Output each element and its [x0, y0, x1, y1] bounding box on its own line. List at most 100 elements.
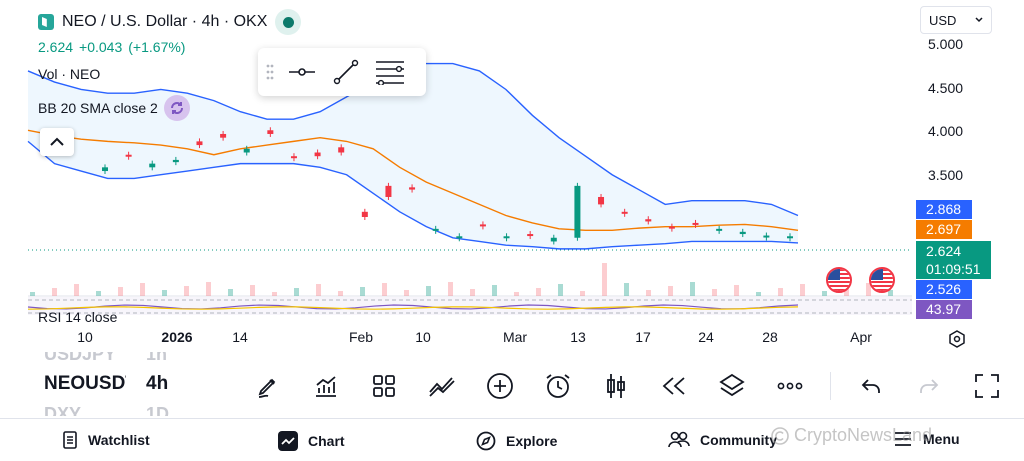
volume-bar — [118, 287, 123, 296]
market-open-icon[interactable] — [275, 9, 302, 35]
community-icon — [668, 431, 690, 448]
chart-area[interactable]: NEO / U.S. Dollar · 4h · OKX 2.624 +0.04… — [0, 0, 1024, 352]
more-button[interactable] — [772, 368, 808, 404]
last-price: 2.624 — [38, 39, 74, 55]
candle — [385, 185, 392, 197]
compass-icon — [476, 431, 496, 451]
nav-watchlist[interactable]: Watchlist — [62, 431, 150, 449]
rsi-value-tag: 43.97 — [916, 300, 972, 319]
rsi-indicator-label[interactable]: RSI 14 close — [38, 309, 117, 325]
volume-bar — [30, 292, 35, 296]
candle — [574, 185, 581, 238]
layers-button[interactable] — [714, 368, 750, 404]
symbol-title[interactable]: NEO / U.S. Dollar · 4h · OKX — [62, 13, 267, 31]
plus-circle-icon — [487, 373, 513, 399]
indicators-chart-icon — [316, 376, 336, 397]
replay-button[interactable] — [656, 368, 692, 404]
candlestick-icon — [607, 374, 625, 398]
current-timeframe[interactable]: 4h — [146, 373, 168, 395]
watchlist-icon — [63, 431, 77, 449]
bollinger-indicator-label[interactable]: BB 20 SMA close 2 — [38, 100, 158, 116]
fib-retracement-tool-button[interactable] — [374, 56, 406, 88]
nav-community-label: Community — [700, 432, 777, 448]
volume-bar — [778, 288, 783, 296]
volume-indicator-label[interactable]: Vol · NEO — [38, 66, 100, 82]
candle — [243, 148, 250, 153]
us-event-flag-icon[interactable] — [869, 267, 895, 293]
nav-watchlist-label: Watchlist — [88, 432, 150, 448]
volume-bar — [382, 283, 387, 296]
layers-icon — [719, 373, 745, 397]
candle — [598, 196, 605, 205]
redo-button[interactable] — [911, 368, 947, 404]
candle — [456, 236, 463, 239]
volume-bar — [646, 290, 651, 296]
fullscreen-icon — [975, 374, 999, 398]
redo-icon — [920, 379, 939, 393]
volume-bar — [514, 292, 519, 296]
candle — [432, 228, 439, 231]
compare-lines-icon — [429, 377, 455, 397]
previous-timeframe[interactable]: 1h — [146, 352, 167, 364]
nav-explore[interactable]: Explore — [476, 431, 557, 451]
bb-lower-price-tag: 2.526 — [916, 280, 972, 299]
alert-button[interactable] — [540, 368, 576, 404]
compare-button[interactable] — [424, 368, 460, 404]
currency-select[interactable]: USD — [920, 6, 992, 34]
collapse-indicators-button[interactable] — [40, 128, 74, 156]
candle — [763, 235, 770, 238]
chevron-down-icon — [975, 17, 983, 23]
indicators-button[interactable] — [308, 368, 344, 404]
candle — [739, 231, 746, 235]
volume-bar — [800, 284, 805, 296]
chart-icon — [278, 431, 298, 451]
time-axis-label: 10 — [415, 329, 431, 345]
current-symbol[interactable]: NEOUSDT — [44, 373, 126, 395]
next-symbol[interactable]: DXY — [44, 404, 81, 416]
drag-handle-icon[interactable] — [266, 63, 274, 81]
us-event-flag-icon[interactable] — [826, 267, 852, 293]
chart-type-button[interactable] — [598, 368, 634, 404]
drawing-tools-button[interactable] — [250, 368, 286, 404]
horizontal-ray-tool-button[interactable] — [286, 56, 318, 88]
previous-symbol[interactable]: USDJPY — [44, 352, 116, 364]
price-axis-tick: 4.000 — [928, 123, 964, 139]
brush-icon — [258, 378, 276, 398]
chart-settings-button[interactable] — [946, 328, 968, 350]
undo-button[interactable] — [853, 368, 889, 404]
nav-community[interactable]: Community — [668, 431, 777, 449]
candle — [220, 133, 227, 138]
candle — [787, 236, 793, 239]
time-axis-label: Mar — [502, 329, 528, 345]
bb-upper-price-tag: 2.868 — [916, 200, 972, 219]
symbol-header[interactable]: NEO / U.S. Dollar · 4h · OKX — [38, 9, 302, 35]
bb-basis-price-tag: 2.697 — [916, 220, 972, 239]
time-axis-label: Feb — [348, 329, 374, 345]
add-button[interactable] — [482, 368, 518, 404]
nav-chart[interactable]: Chart — [278, 431, 345, 451]
volume-bar — [360, 287, 365, 296]
fullscreen-button[interactable] — [969, 368, 1005, 404]
volume-bar — [558, 284, 563, 296]
volume-bar — [734, 285, 739, 296]
volume-bar — [668, 286, 673, 296]
candle — [550, 237, 557, 242]
price-change: +0.043 — [79, 39, 123, 55]
candle — [716, 228, 723, 231]
candle — [503, 236, 510, 239]
price-axis-tick: 4.500 — [928, 80, 964, 96]
volume-bar — [492, 285, 497, 296]
volume-bar — [624, 283, 629, 296]
volume-bar — [404, 290, 409, 296]
candle — [290, 156, 297, 159]
time-axis-label: 28 — [762, 329, 778, 345]
drawing-floating-toolbar[interactable] — [258, 48, 426, 96]
next-timeframe[interactable]: 1D — [146, 404, 169, 416]
trend-line-tool-button[interactable] — [330, 56, 362, 88]
bollinger-indicator-row[interactable]: BB 20 SMA close 2 — [38, 95, 190, 121]
layouts-button[interactable] — [366, 368, 402, 404]
volume-bar — [470, 289, 475, 296]
candle — [102, 167, 108, 172]
volume-bar — [822, 291, 827, 296]
candle — [409, 187, 416, 190]
